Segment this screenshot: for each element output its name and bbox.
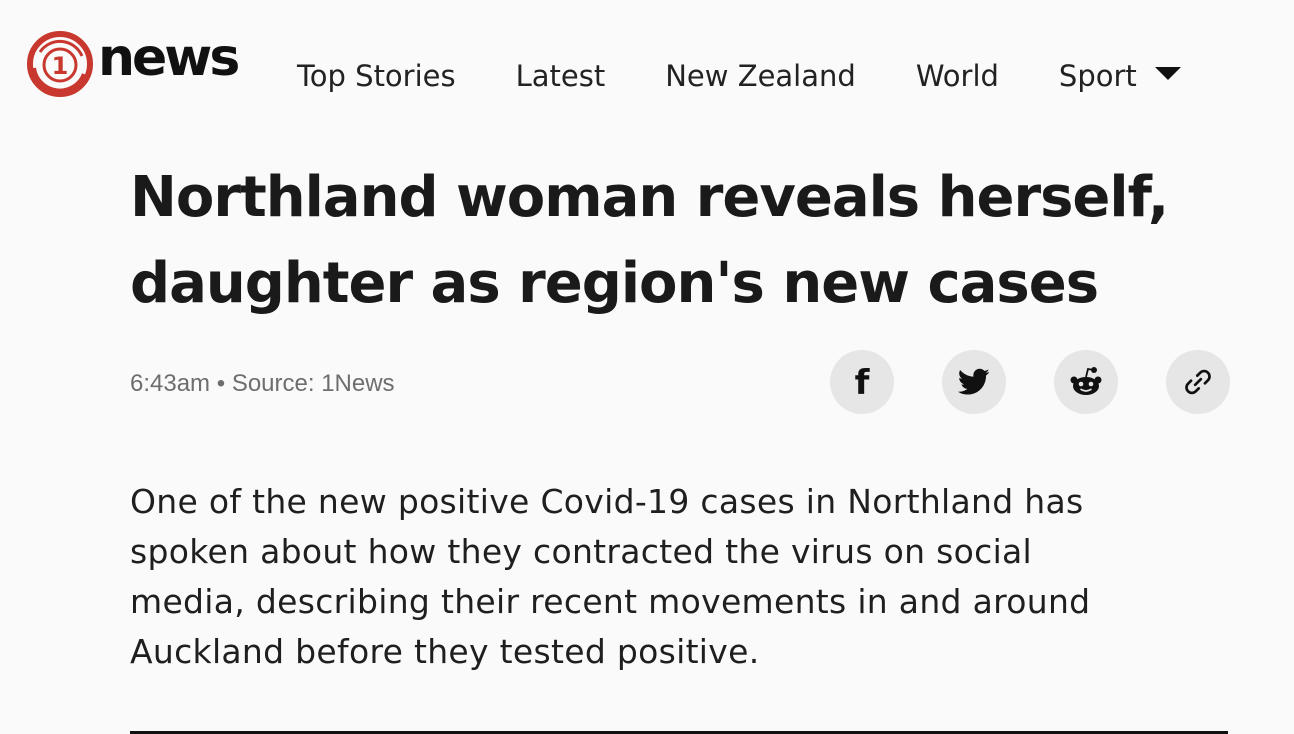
copy-link-button[interactable] [1166,350,1230,414]
caret-down-icon [1154,66,1181,80]
twitter-icon [958,368,990,395]
logo-wordmark: news [98,28,240,88]
meta-separator: • [216,370,226,397]
article-meta-row: 6:43am • Source: 1News f [130,350,1230,414]
nav-world[interactable]: World [916,59,999,93]
share-facebook-button[interactable]: f [830,350,894,414]
share-twitter-button[interactable] [942,350,1006,414]
link-icon [1185,369,1211,395]
headline-line-2: daughter as region's new cases [130,251,1099,316]
site-header: 1 news Top Stories Latest New Zealand Wo… [0,0,1294,130]
article-source: Source: 1News [231,370,395,397]
1news-logo-mark: 1 [27,31,93,97]
publish-time: 6:43am [130,370,211,397]
lede-line-1: One of the new positive Covid-19 cases i… [130,482,1084,521]
nav-new-zealand[interactable]: New Zealand [665,59,856,93]
nav-top-stories[interactable]: Top Stories [297,59,456,93]
nav-sport-label: Sport [1058,59,1137,93]
logo-numeral: 1 [52,52,69,80]
article-lede: One of the new positive Covid-19 cases i… [130,477,1230,677]
reddit-icon [1070,367,1102,395]
article-headline: Northland woman reveals herself, daughte… [130,155,1230,327]
nav-sport[interactable]: Sport [1059,59,1181,93]
share-reddit-button[interactable] [1054,350,1118,414]
lede-line-4: Auckland before they tested positive. [130,632,760,671]
facebook-icon: f [854,363,870,403]
article-meta: 6:43am • Source: 1News [130,370,395,398]
lede-line-3: media, describing their recent movements… [130,582,1091,621]
main-nav: Top Stories Latest New Zealand World Spo… [297,56,1181,96]
lede-line-2: spoken about how they contracted the vir… [130,532,1033,571]
nav-latest[interactable]: Latest [516,59,606,93]
headline-line-1: Northland woman reveals herself, [130,165,1169,230]
1news-logo[interactable]: 1 news [26,28,240,98]
share-buttons: f [830,350,1230,414]
article: Northland woman reveals herself, daughte… [130,155,1230,671]
